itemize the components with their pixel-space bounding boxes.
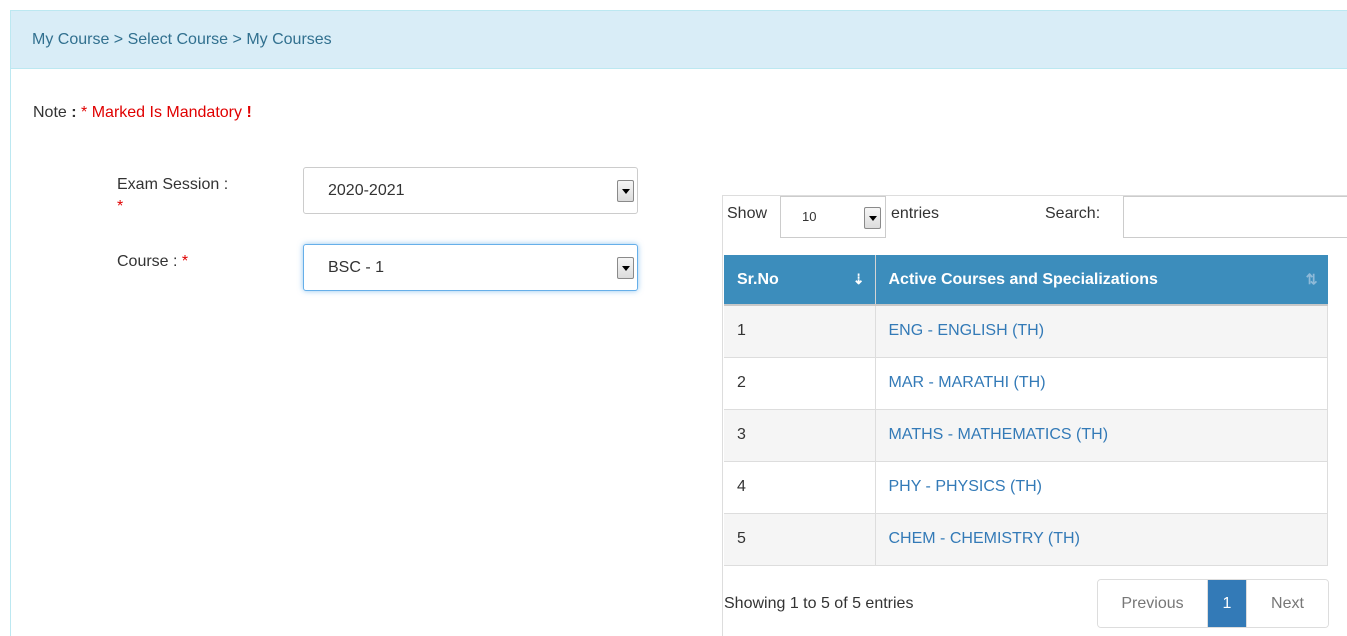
course-cell: ENG - ENGLISH (TH) xyxy=(875,304,1328,357)
page-length-select[interactable]: 10 xyxy=(780,196,886,238)
note-asterisk: * xyxy=(81,104,88,121)
note-text: Marked Is Mandatory xyxy=(91,104,242,121)
exam-session-label: Exam Session : * xyxy=(117,174,228,218)
required-mark: * xyxy=(117,198,124,215)
table-row: 3 MATHS - MATHEMATICS (TH) xyxy=(724,408,1328,461)
column-header-sr-no[interactable]: Sr.No ⇣ xyxy=(724,255,876,306)
column-header-label: Active Courses and Specializations xyxy=(888,270,1158,288)
previous-page-button[interactable]: Previous xyxy=(1098,580,1208,627)
exam-session-value: 2020-2021 xyxy=(328,182,405,199)
course-link[interactable]: ENG - ENGLISH (TH) xyxy=(889,322,1045,339)
note-prefix: Note xyxy=(33,104,67,121)
course-link[interactable]: CHEM - CHEMISTRY (TH) xyxy=(889,530,1080,547)
courses-table: Sr.No ⇣ Active Courses and Specializatio… xyxy=(724,255,1328,566)
note-colon: : xyxy=(71,104,77,121)
breadcrumb: My Course > Select Course > My Courses xyxy=(11,11,1347,69)
table-row: 4 PHY - PHYSICS (TH) xyxy=(724,460,1328,513)
table-row: 5 CHEM - CHEMISTRY (TH) xyxy=(724,512,1328,566)
exam-session-label-text: Exam Session : xyxy=(117,176,229,193)
course-link[interactable]: MAR - MARATHI (TH) xyxy=(889,374,1046,391)
mandatory-note: Note : * Marked Is Mandatory ! xyxy=(33,104,252,122)
note-bang: ! xyxy=(246,104,252,121)
sr-no-cell: 3 xyxy=(724,408,876,461)
entries-label: entries xyxy=(891,205,940,222)
sr-no-cell: 5 xyxy=(724,512,876,566)
course-label: Course : * xyxy=(117,251,188,273)
sort-ascending-icon: ⇣ xyxy=(852,271,865,287)
table-row: 1 ENG - ENGLISH (TH) xyxy=(724,304,1328,357)
required-mark: * xyxy=(181,253,189,270)
table-row: 2 MAR - MARATHI (TH) xyxy=(724,356,1328,409)
table-info: Showing 1 to 5 of 5 entries xyxy=(724,595,914,612)
course-cell: MAR - MARATHI (TH) xyxy=(875,356,1328,409)
next-page-button[interactable]: Next xyxy=(1247,580,1328,627)
search-label: Search: xyxy=(1045,205,1101,222)
page-length-value: 10 xyxy=(802,209,817,224)
sr-no-cell: 2 xyxy=(724,356,876,409)
course-cell: PHY - PHYSICS (TH) xyxy=(875,460,1328,513)
course-cell: MATHS - MATHEMATICS (TH) xyxy=(875,408,1328,461)
course-select[interactable]: BSC - 1 xyxy=(303,244,638,291)
chevron-down-icon[interactable] xyxy=(617,257,634,279)
pagination: Previous 1 Next xyxy=(1097,579,1329,628)
course-link[interactable]: PHY - PHYSICS (TH) xyxy=(889,478,1043,495)
sr-no-cell: 4 xyxy=(724,460,876,513)
sr-no-cell: 1 xyxy=(724,304,876,357)
course-link[interactable]: MATHS - MATHEMATICS (TH) xyxy=(889,426,1109,443)
course-label-text: Course : xyxy=(117,253,178,270)
breadcrumb-text: My Course > Select Course > My Courses xyxy=(32,31,332,48)
course-value: BSC - 1 xyxy=(328,259,385,276)
exam-session-select[interactable]: 2020-2021 xyxy=(303,167,638,214)
chevron-down-icon[interactable] xyxy=(864,207,881,229)
sort-both-icon: ⇅ xyxy=(1305,271,1318,287)
course-cell: CHEM - CHEMISTRY (TH) xyxy=(875,512,1328,566)
show-label: Show xyxy=(727,205,768,222)
column-header-courses[interactable]: Active Courses and Specializations ⇅ xyxy=(875,255,1328,306)
column-header-label: Sr.No xyxy=(737,270,779,288)
page-1-button[interactable]: 1 xyxy=(1208,580,1247,627)
chevron-down-icon[interactable] xyxy=(617,180,634,202)
search-input[interactable] xyxy=(1123,196,1347,238)
table-header-row: Sr.No ⇣ Active Courses and Specializatio… xyxy=(724,255,1328,306)
